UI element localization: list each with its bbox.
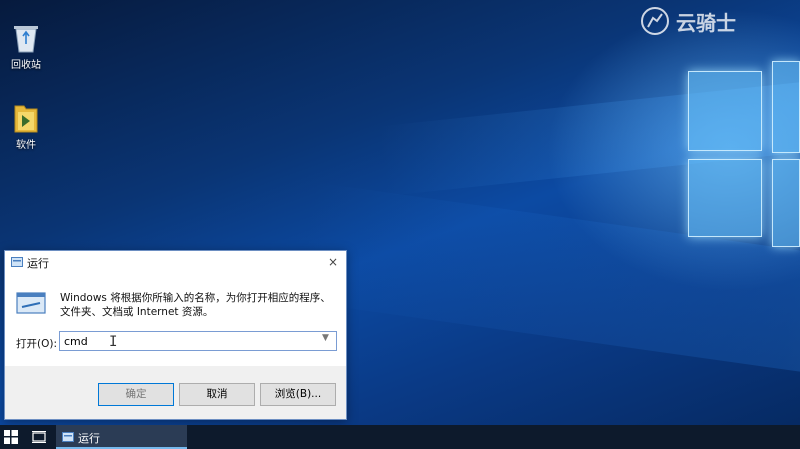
folder-icon <box>14 105 38 133</box>
start-button[interactable] <box>0 425 22 449</box>
windows-logo-icon <box>4 430 18 444</box>
close-button[interactable]: × <box>323 253 343 271</box>
dialog-titlebar[interactable]: 运行 × <box>5 251 346 273</box>
desktop-icon-label: 软件 <box>16 140 36 151</box>
desktop-icon-label: 回收站 <box>11 60 41 71</box>
dialog-title: 运行 <box>27 257 49 270</box>
browse-button[interactable]: 浏览(B)... <box>260 383 336 406</box>
task-view-icon <box>32 431 46 443</box>
run-dialog: 运行 × Windows 将根据你所输入的名称，为你打开相应的程序、文件夹、文档… <box>4 250 347 420</box>
ok-button[interactable]: 确定 <box>98 383 174 406</box>
chevron-down-icon[interactable]: ▼ <box>322 333 329 343</box>
desktop-icon-recycle-bin[interactable]: 回收站 <box>0 22 52 71</box>
watermark: 云骑士 <box>640 6 736 36</box>
taskbar: 运行 <box>0 425 800 449</box>
dialog-description: Windows 将根据你所输入的名称，为你打开相应的程序、文件夹、文档或 Int… <box>60 292 331 318</box>
cancel-button[interactable]: 取消 <box>179 383 255 406</box>
text-cursor-icon: I <box>109 334 118 350</box>
taskbar-item-run[interactable]: 运行 <box>56 425 187 449</box>
run-icon <box>11 257 23 267</box>
desktop-icon-software[interactable]: 软件 <box>0 102 52 151</box>
taskbar-item-label: 运行 <box>78 432 100 445</box>
open-combobox[interactable]: ▼ <box>59 331 337 351</box>
run-app-icon <box>16 292 46 314</box>
open-label: 打开(O): <box>16 338 57 350</box>
watermark-text: 云骑士 <box>676 10 736 35</box>
windows-logo-wallpaper <box>686 55 800 261</box>
run-icon <box>62 432 74 442</box>
knight-logo-icon <box>641 7 669 35</box>
recycle-bin-icon <box>14 26 38 53</box>
command-input[interactable] <box>60 332 318 350</box>
task-view-button[interactable] <box>28 425 50 449</box>
